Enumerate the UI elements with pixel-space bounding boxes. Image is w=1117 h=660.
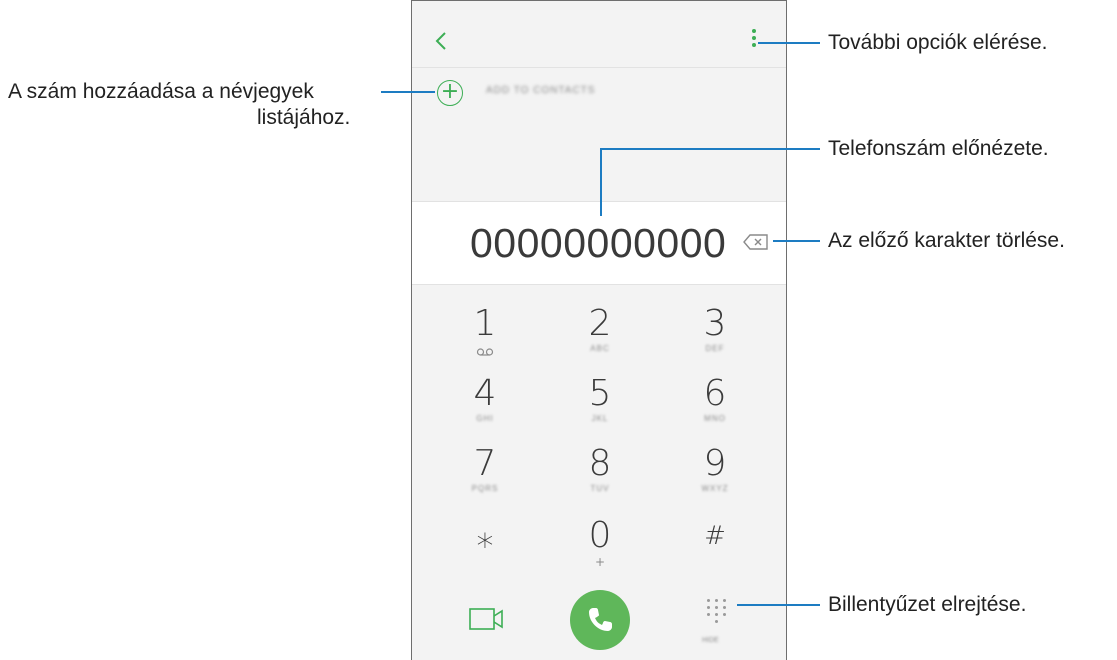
- key-3[interactable]: 3 DEF: [660, 284, 770, 354]
- callout-more-options: További opciók elérése.: [828, 31, 1048, 54]
- callout-delete-char: Az előző karakter törlése.: [828, 229, 1065, 252]
- key-5[interactable]: 5 JKL: [545, 354, 655, 424]
- backspace-icon[interactable]: [742, 233, 770, 251]
- callout-line-preview-h: [600, 148, 820, 150]
- callout-preview: Telefonszám előnézete.: [828, 137, 1049, 160]
- key-8[interactable]: 8 TUV: [545, 424, 655, 494]
- key-7[interactable]: 7 PQRS: [430, 424, 540, 494]
- dialpad-icon[interactable]: [705, 599, 729, 629]
- key-star[interactable]: ⁎: [430, 496, 540, 566]
- number-display: 00000000000: [412, 201, 786, 285]
- callout-hide-keypad: Billentyűzet elrejtése.: [828, 593, 1027, 616]
- callout-line-add: [381, 91, 435, 93]
- key-6[interactable]: 6 MNO: [660, 354, 770, 424]
- callout-line-more: [758, 42, 820, 44]
- key-hash[interactable]: #: [660, 496, 770, 566]
- key-4[interactable]: 4 GHI: [430, 354, 540, 424]
- dialpad-label: HIDE: [702, 637, 719, 644]
- video-call-icon[interactable]: [469, 608, 503, 630]
- callout-add-number-line1: A szám hozzáadása a névjegyek: [8, 80, 314, 103]
- key-1[interactable]: 1: [430, 284, 540, 356]
- key-2[interactable]: 2 ABC: [545, 284, 655, 354]
- call-button[interactable]: [570, 590, 630, 650]
- callout-line-preview-v: [600, 148, 602, 216]
- add-to-contacts-label: ADD TO CONTACTS: [486, 85, 596, 96]
- callout-add-number-line2: listájához.: [257, 106, 351, 129]
- callout-line-hide: [737, 604, 820, 606]
- phone-dialer-screen: + ADD TO CONTACTS 00000000000 1 2 ABC 3 …: [411, 0, 787, 660]
- chevron-left-icon[interactable]: [432, 29, 452, 53]
- callout-line-delete: [773, 240, 820, 242]
- key-9[interactable]: 9 WXYZ: [660, 424, 770, 494]
- add-to-contacts-row[interactable]: + ADD TO CONTACTS: [412, 67, 786, 123]
- dialed-number: 00000000000: [470, 220, 727, 266]
- plus-circle-icon[interactable]: +: [437, 80, 463, 106]
- kebab-menu-icon[interactable]: [752, 29, 758, 51]
- bottom-actions: HIDE: [412, 581, 786, 660]
- key-0[interactable]: 0 +: [545, 496, 655, 569]
- phone-icon: [589, 608, 612, 631]
- top-bar: [412, 1, 786, 68]
